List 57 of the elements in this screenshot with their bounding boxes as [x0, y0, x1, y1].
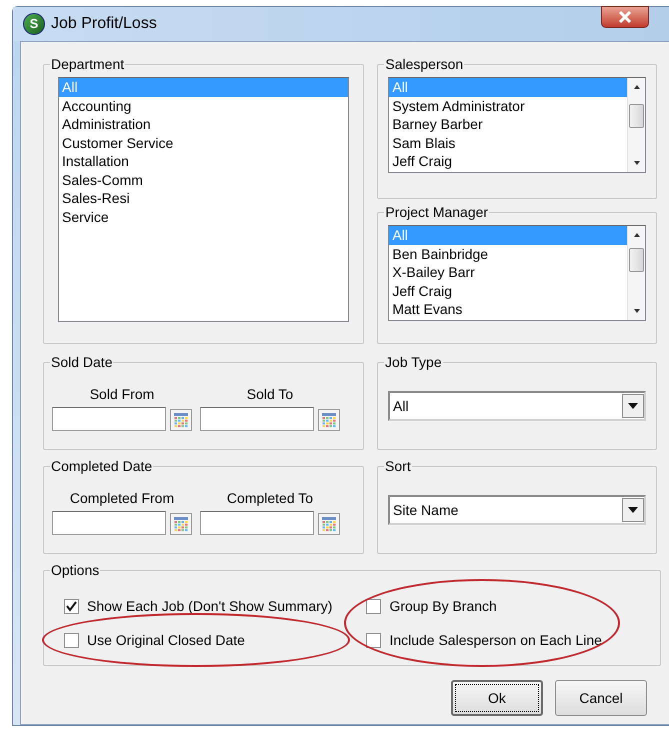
list-item[interactable]: Barney Barber: [389, 115, 627, 134]
list-item[interactable]: Sales-Resi: [59, 189, 348, 208]
date-field[interactable]: [52, 407, 166, 431]
close-button[interactable]: [601, 6, 649, 28]
date-field[interactable]: [52, 511, 166, 535]
checkbox-label: Group By Branch: [389, 596, 497, 616]
calendar-button[interactable]: [170, 513, 192, 535]
field-label: Completed To: [226, 489, 314, 507]
close-icon: [618, 11, 632, 23]
list-item[interactable]: Ben Bainbridge: [389, 244, 627, 263]
dropdown-arrow-icon: [628, 507, 638, 513]
list-item[interactable]: Accounting: [59, 96, 348, 115]
calendar-button[interactable]: [318, 409, 340, 431]
calendar-icon: [321, 412, 337, 428]
calendar-icon: [321, 516, 337, 532]
list-item[interactable]: Matt Evans: [389, 300, 627, 318]
window-title: Job Profit/Loss: [51, 14, 157, 34]
field-label: Sold To: [246, 385, 294, 403]
app-icon: S: [23, 13, 45, 35]
list-item[interactable]: X-Bailey Barr: [389, 263, 627, 282]
scrollbar[interactable]: [627, 226, 645, 320]
field-label: Completed From: [70, 489, 174, 507]
checkbox-label: Show Each Job (Don't Show Summary): [87, 596, 332, 616]
calendar-button[interactable]: [170, 409, 192, 431]
checkbox-label: Use Original Closed Date: [87, 630, 245, 650]
dialog-button[interactable]: Ok: [451, 680, 543, 716]
list-box[interactable]: All Ben Bainbridge X-Bailey Barr Jeff Craig Matt Evans: [388, 225, 646, 321]
list-item[interactable]: Sales-Comm: [59, 170, 348, 189]
checkbox[interactable]: [64, 632, 79, 648]
scrollbar[interactable]: [627, 78, 645, 172]
dropdown[interactable]: All: [388, 391, 646, 421]
list-item[interactable]: Service: [59, 208, 348, 226]
checkbox[interactable]: [366, 632, 382, 648]
list-item[interactable]: Jeff Craig: [389, 282, 627, 300]
list-item[interactable]: System Administrator: [389, 96, 627, 115]
calendar-button[interactable]: [318, 513, 340, 535]
check-icon: [66, 600, 77, 612]
date-field[interactable]: [200, 511, 314, 535]
checkbox[interactable]: [64, 598, 79, 614]
calendar-icon: [173, 412, 189, 428]
list-box[interactable]: All System Administrator Barney Barber Sam Blais Jeff Craig: [388, 77, 646, 173]
scroll-thumb[interactable]: [629, 248, 644, 272]
date-field[interactable]: [200, 407, 314, 431]
list-item[interactable]: Jeff Craig: [389, 152, 627, 170]
dropdown-arrow-icon: [628, 403, 638, 409]
dialog-button[interactable]: Cancel: [555, 680, 647, 716]
field-label: Sold From: [90, 385, 154, 403]
list-item[interactable]: Administration: [59, 115, 348, 134]
checkbox[interactable]: [366, 598, 382, 614]
dropdown[interactable]: Site Name: [388, 495, 646, 525]
list-item[interactable]: Sam Blais: [389, 134, 627, 152]
checkbox-label: Include Salesperson on Each Line: [389, 630, 602, 650]
calendar-icon: [173, 516, 189, 532]
list-item[interactable]: Installation: [59, 152, 348, 170]
list-box[interactable]: All Accounting Administration Customer Service Installation Sales-Comm Sales-Resi Service: [58, 77, 350, 322]
list-item[interactable]: Customer Service: [59, 134, 348, 152]
scroll-thumb[interactable]: [629, 104, 644, 128]
